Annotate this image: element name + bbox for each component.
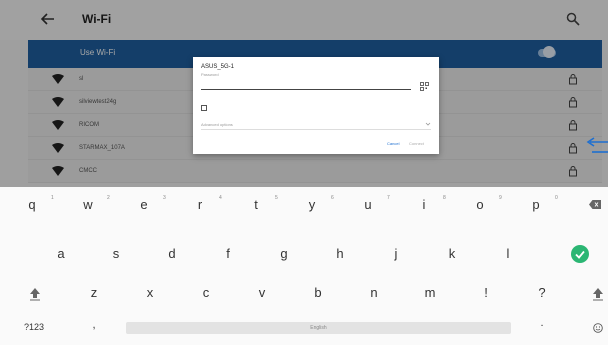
key-hint: 2: [107, 195, 110, 201]
dialog-ssid: ASUS_5G-1: [201, 64, 235, 70]
cancel-button[interactable]: Cancel: [387, 141, 399, 146]
key-n[interactable]: n: [365, 285, 383, 300]
wifi-settings-screen: Wi-Fi Use Wi-Fi sl silviewtest24g RICOM …: [0, 0, 608, 187]
key-hint: 3: [163, 195, 166, 201]
key-hint: 5: [275, 195, 278, 201]
key-hint: 9: [499, 195, 502, 201]
key-m[interactable]: m: [421, 285, 439, 300]
key-period[interactable]: .: [533, 317, 551, 329]
key-t[interactable]: t: [247, 197, 265, 212]
annotation-arrow-icon: [586, 137, 608, 153]
wifi-password-dialog: ASUS_5G-1 Password Advanced options Canc…: [193, 57, 439, 154]
key-hint: 1: [51, 195, 54, 201]
key-comma[interactable]: ,: [85, 319, 103, 331]
key-w[interactable]: w: [79, 197, 97, 212]
shift-icon[interactable]: [592, 287, 604, 301]
key-e[interactable]: e: [135, 197, 153, 212]
chevron-down-icon[interactable]: [425, 121, 431, 127]
key-l[interactable]: l: [499, 246, 517, 261]
password-underline: [201, 89, 411, 90]
backspace-icon[interactable]: [589, 200, 601, 209]
key-x[interactable]: x: [141, 285, 159, 300]
key-d[interactable]: d: [163, 246, 181, 261]
key-a[interactable]: a: [52, 246, 70, 261]
key-j[interactable]: j: [387, 246, 405, 261]
key-f[interactable]: f: [219, 246, 237, 261]
emoji-icon[interactable]: [593, 323, 603, 333]
key-hint: 4: [219, 195, 222, 201]
key-u[interactable]: u: [359, 197, 377, 212]
key-hint: 6: [331, 195, 334, 201]
key-s[interactable]: s: [107, 246, 125, 261]
qr-scan-icon[interactable]: [420, 82, 429, 91]
key-b[interactable]: b: [309, 285, 327, 300]
key-z[interactable]: z: [85, 285, 103, 300]
key-c[interactable]: c: [197, 285, 215, 300]
key-hint: 8: [443, 195, 446, 201]
key-g[interactable]: g: [275, 246, 293, 261]
divider: [201, 129, 431, 130]
key-r[interactable]: r: [191, 197, 209, 212]
key-o[interactable]: o: [471, 197, 489, 212]
key-hint: 7: [387, 195, 390, 201]
enter-checkmark-icon[interactable]: [571, 245, 589, 263]
connect-button[interactable]: Connect: [409, 141, 424, 146]
space-bar-label: English: [310, 325, 327, 331]
on-screen-keyboard: q 1 w 2 e 3 r 4 t 5 y 6 u 7 i 8 o 9 p 0 …: [0, 187, 608, 345]
key-q[interactable]: q: [23, 197, 41, 212]
key-question[interactable]: ?: [533, 285, 551, 300]
key-h[interactable]: h: [331, 246, 349, 261]
password-field[interactable]: Password: [201, 72, 219, 77]
key-v[interactable]: v: [253, 285, 271, 300]
shift-icon[interactable]: [29, 287, 41, 301]
key-i[interactable]: i: [415, 197, 433, 212]
key-hint: 0: [555, 195, 558, 201]
space-bar[interactable]: English: [126, 322, 511, 334]
key-k[interactable]: k: [443, 246, 461, 261]
symbols-key[interactable]: ?123: [24, 322, 44, 332]
key-p[interactable]: p: [527, 197, 545, 212]
key-exclamation[interactable]: !: [477, 285, 495, 300]
advanced-options[interactable]: Advanced options: [201, 122, 233, 127]
show-password-checkbox[interactable]: [201, 105, 207, 111]
key-y[interactable]: y: [303, 197, 321, 212]
